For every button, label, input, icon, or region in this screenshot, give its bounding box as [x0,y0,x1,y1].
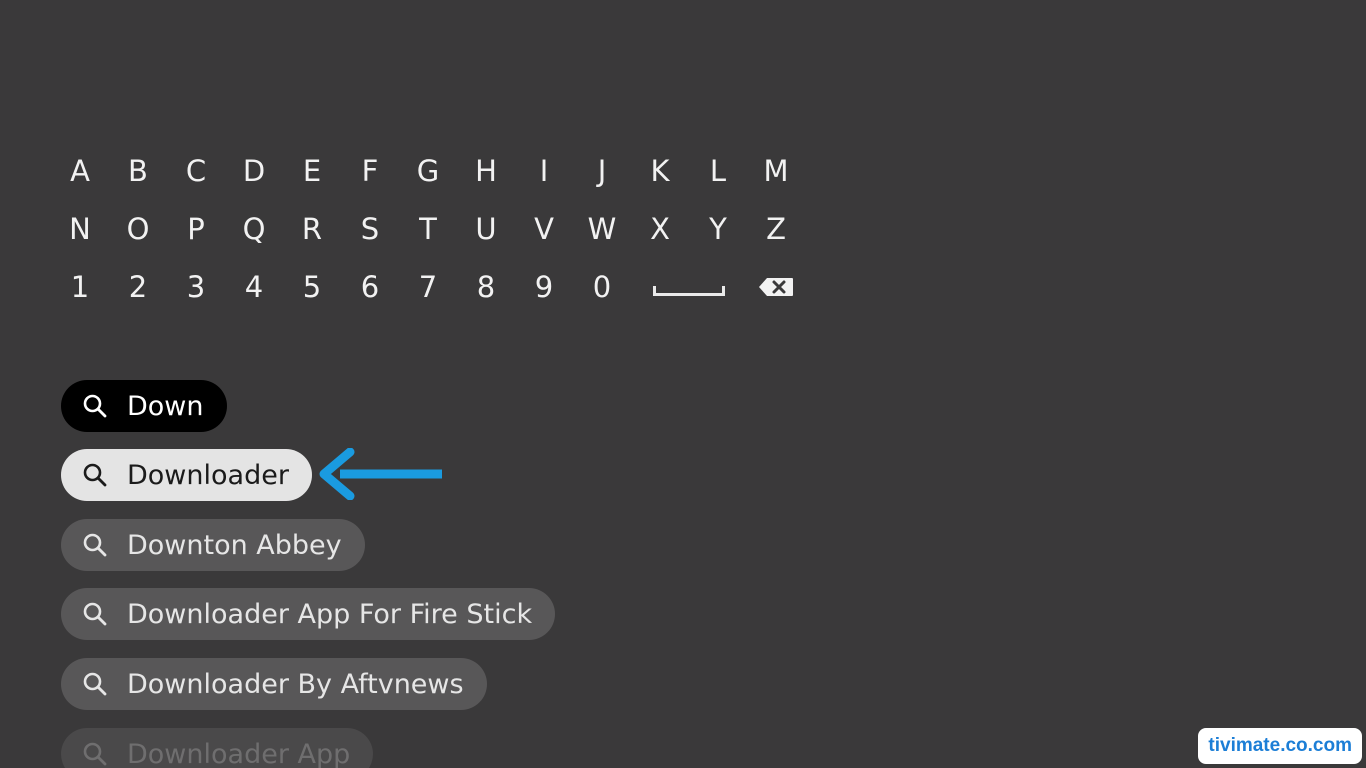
key-g[interactable]: G [399,142,457,200]
key-b[interactable]: B [109,142,167,200]
suggestion-label: Downloader App For Fire Stick [127,598,533,630]
backspace-key[interactable] [747,258,805,316]
key-f[interactable]: F [341,142,399,200]
key-s[interactable]: S [341,200,399,258]
search-icon [82,671,112,697]
search-icon [82,601,112,627]
key-8[interactable]: 8 [457,258,515,316]
key-p[interactable]: P [167,200,225,258]
search-query-text: Down [127,390,204,422]
suggestion-label: Downloader App [127,738,351,768]
key-m[interactable]: M [747,142,805,200]
key-k[interactable]: K [631,142,689,200]
key-6[interactable]: 6 [341,258,399,316]
key-5[interactable]: 5 [283,258,341,316]
key-3[interactable]: 3 [167,258,225,316]
key-n[interactable]: N [51,200,109,258]
key-4[interactable]: 4 [225,258,283,316]
key-w[interactable]: W [573,200,631,258]
key-1[interactable]: 1 [51,258,109,316]
key-x[interactable]: X [631,200,689,258]
key-t[interactable]: T [399,200,457,258]
suggestion-label: Downton Abbey [127,529,342,561]
key-y[interactable]: Y [689,200,747,258]
key-7[interactable]: 7 [399,258,457,316]
key-o[interactable]: O [109,200,167,258]
search-icon [82,393,112,419]
key-0[interactable]: 0 [573,258,631,316]
suggestion-downloader-by-aftvnews[interactable]: Downloader By Aftvnews [61,658,487,710]
space-key[interactable] [631,258,747,316]
fire-tv-search-screen: A B C D E F G H I J K L M N O P Q R S T … [0,0,1366,768]
key-z[interactable]: Z [747,200,805,258]
watermark-logo: tivimate.co.com [1198,728,1362,764]
key-i[interactable]: I [515,142,573,200]
key-d[interactable]: D [225,142,283,200]
suggestion-downton-abbey[interactable]: Downton Abbey [61,519,365,571]
key-c[interactable]: C [167,142,225,200]
suggestion-downloader-app[interactable]: Downloader App [61,728,374,768]
key-q[interactable]: Q [225,200,283,258]
key-e[interactable]: E [283,142,341,200]
key-9[interactable]: 9 [515,258,573,316]
arrow-left-icon [319,448,442,500]
key-a[interactable]: A [51,142,109,200]
suggestion-downloader[interactable]: Downloader [61,449,312,501]
suggestion-label: Downloader By Aftvnews [127,668,464,700]
key-r[interactable]: R [283,200,341,258]
search-icon [82,532,112,558]
on-screen-keyboard: A B C D E F G H I J K L M N O P Q R S T … [51,142,805,316]
key-u[interactable]: U [457,200,515,258]
search-icon [82,741,112,767]
suggestion-label: Downloader [127,459,289,491]
key-v[interactable]: V [515,200,573,258]
suggestion-downloader-app-for-fire-stick[interactable]: Downloader App For Fire Stick [61,588,556,640]
key-h[interactable]: H [457,142,515,200]
search-icon [82,462,112,488]
search-query-chip[interactable]: Down [61,380,227,432]
key-j[interactable]: J [573,142,631,200]
key-l[interactable]: L [689,142,747,200]
space-bar-icon [653,286,725,296]
key-2[interactable]: 2 [109,258,167,316]
backspace-icon [759,278,793,296]
